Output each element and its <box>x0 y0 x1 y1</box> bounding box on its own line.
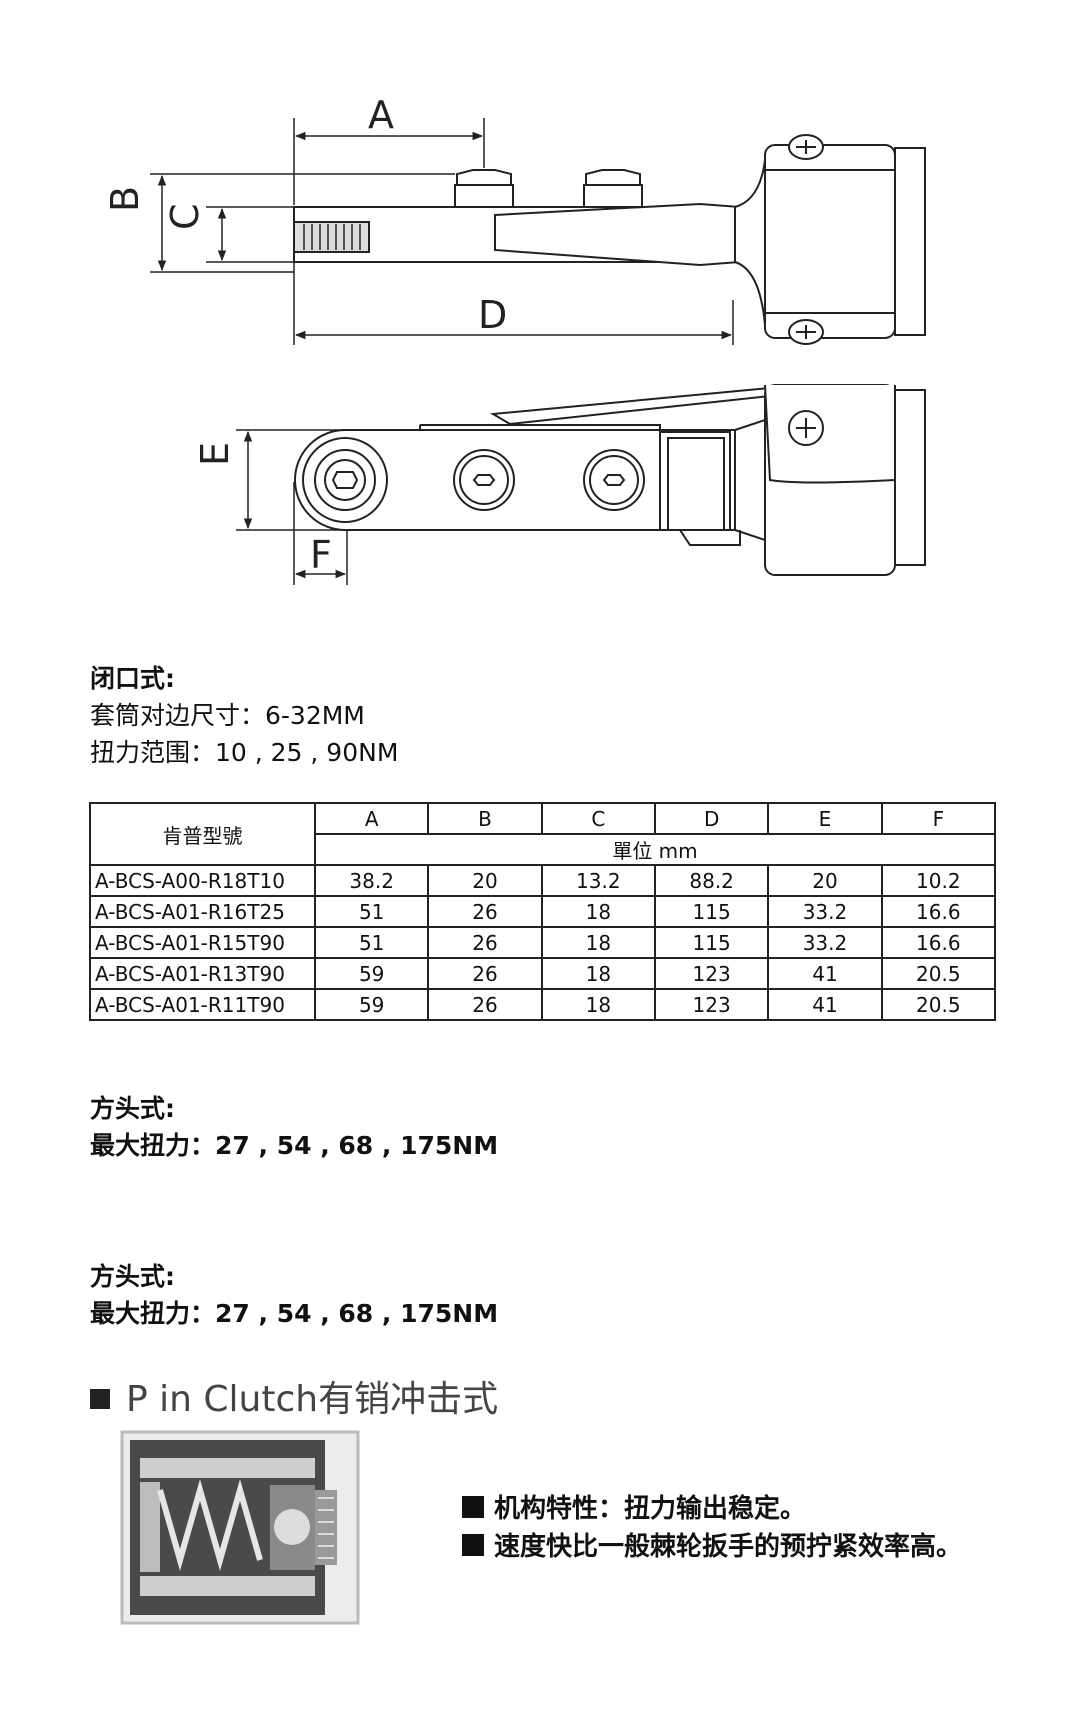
feature-list: 机构特性：扭力输出稳定。 速度快比一般棘轮扳手的预拧紧效率高。 <box>462 1490 962 1566</box>
value-cell: 26 <box>427 957 543 990</box>
clutch-mechanism-illustration <box>120 1430 360 1625</box>
value-cell: 51 <box>313 895 430 928</box>
socket-size-line: 套筒对边尺寸：6-32MM <box>90 701 365 730</box>
max-torque-line: 最大扭力：27 , 54 , 68 , 175NM <box>90 1299 499 1328</box>
value-cell: 59 <box>313 988 430 1021</box>
unit-label: 單位 mm <box>314 833 996 866</box>
pin-clutch-title-text: P in Clutch有销冲击式 <box>126 1379 499 1420</box>
value-cell: 18 <box>540 895 656 928</box>
value-cell: 33.2 <box>767 926 883 959</box>
value-cell: 20.5 <box>880 988 997 1021</box>
value-cell: 41 <box>767 988 883 1021</box>
value-cell: 18 <box>540 926 656 959</box>
value-cell: 13.2 <box>540 864 656 897</box>
torque-range-line: 扭力范围：10 , 25 , 90NM <box>90 738 399 767</box>
col-header-a: A <box>313 802 430 835</box>
feature-text: 速度快比一般棘轮扳手的预拧紧效率高。 <box>494 1532 963 1562</box>
value-cell: 26 <box>427 988 543 1021</box>
closed-type-spec: 闭口式: 套筒对边尺寸：6-32MM 扭力范围：10 , 25 , 90NM <box>90 660 398 771</box>
dim-label-e: E <box>193 442 237 466</box>
value-cell: 59 <box>313 957 430 990</box>
value-cell: 26 <box>427 895 543 928</box>
square-head-heading: 方头式: <box>90 1094 175 1123</box>
model-cell: A-BCS-A01-R16T25 <box>89 895 316 928</box>
col-header-d: D <box>653 802 770 835</box>
table-row: A-BCS-A01-R11T90 59 26 18 123 41 20.5 <box>89 988 997 1021</box>
value-cell: 33.2 <box>767 895 883 928</box>
dim-label-c: C <box>163 203 207 230</box>
dim-label-f: F <box>310 533 332 577</box>
model-cell: A-BCS-A00-R18T10 <box>89 864 316 897</box>
square-head-spec: 方头式: 最大扭力：27 , 54 , 68 , 175NM <box>90 1258 498 1332</box>
side-view <box>294 384 926 576</box>
col-header-e: E <box>767 802 883 835</box>
col-header-b: B <box>427 802 543 835</box>
model-cell: A-BCS-A01-R13T90 <box>89 957 316 990</box>
table-row: A-BCS-A01-R13T90 59 26 18 123 41 20.5 <box>89 957 997 990</box>
square-bullet-icon <box>462 1495 484 1518</box>
value-cell: 20 <box>767 864 883 897</box>
value-cell: 20.5 <box>880 957 997 990</box>
value-cell: 41 <box>767 957 883 990</box>
table-row: A-BCS-A01-R15T90 51 26 18 115 33.2 16.6 <box>89 926 997 959</box>
model-cell: A-BCS-A01-R11T90 <box>89 988 316 1021</box>
table-header-row: 肯普型號 A B C D E F <box>89 802 997 866</box>
value-cell: 88.2 <box>653 864 770 897</box>
list-item: 机构特性：扭力输出稳定。 <box>462 1490 962 1528</box>
value-cell: 51 <box>313 926 430 959</box>
technical-drawing: A B C D E F <box>103 93 926 585</box>
dim-label-d: D <box>478 293 507 337</box>
top-view <box>293 134 926 345</box>
value-cell: 16.6 <box>880 926 997 959</box>
square-bullet-icon <box>90 1389 110 1409</box>
dim-label-b: B <box>103 186 147 212</box>
dimension-table: 肯普型號 A B C D E F 單位 mm A-BCS-A00-R18T10 … <box>89 802 997 1021</box>
value-cell: 26 <box>427 926 543 959</box>
value-cell: 20 <box>427 864 543 897</box>
square-bullet-icon <box>462 1533 484 1556</box>
model-cell: A-BCS-A01-R15T90 <box>89 926 316 959</box>
list-item: 速度快比一般棘轮扳手的预拧紧效率高。 <box>462 1528 962 1566</box>
pin-clutch-title: P in Clutch有销冲击式 <box>90 1370 498 1422</box>
value-cell: 18 <box>540 988 656 1021</box>
max-torque-line: 最大扭力：27 , 54 , 68 , 175NM <box>90 1131 499 1160</box>
value-cell: 123 <box>653 988 770 1021</box>
value-cell: 18 <box>540 957 656 990</box>
value-cell: 16.6 <box>880 895 997 928</box>
feature-text: 机构特性：扭力输出稳定。 <box>494 1494 807 1524</box>
table-row: A-BCS-A00-R18T10 38.2 20 13.2 88.2 20 10… <box>89 864 997 897</box>
dim-label-a: A <box>368 93 394 137</box>
value-cell: 115 <box>653 926 770 959</box>
table-row: A-BCS-A01-R16T25 51 26 18 115 33.2 16.6 <box>89 895 997 928</box>
square-head-heading: 方头式: <box>90 1262 175 1291</box>
value-cell: 38.2 <box>313 864 430 897</box>
col-header-f: F <box>880 802 997 835</box>
closed-type-heading: 闭口式: <box>90 664 175 693</box>
value-cell: 10.2 <box>880 864 997 897</box>
value-cell: 115 <box>653 895 770 928</box>
value-cell: 123 <box>653 957 770 990</box>
col-header-c: C <box>540 802 656 835</box>
square-head-spec: 方头式: 最大扭力：27 , 54 , 68 , 175NM <box>90 1090 498 1164</box>
model-header: 肯普型號 <box>89 802 316 866</box>
